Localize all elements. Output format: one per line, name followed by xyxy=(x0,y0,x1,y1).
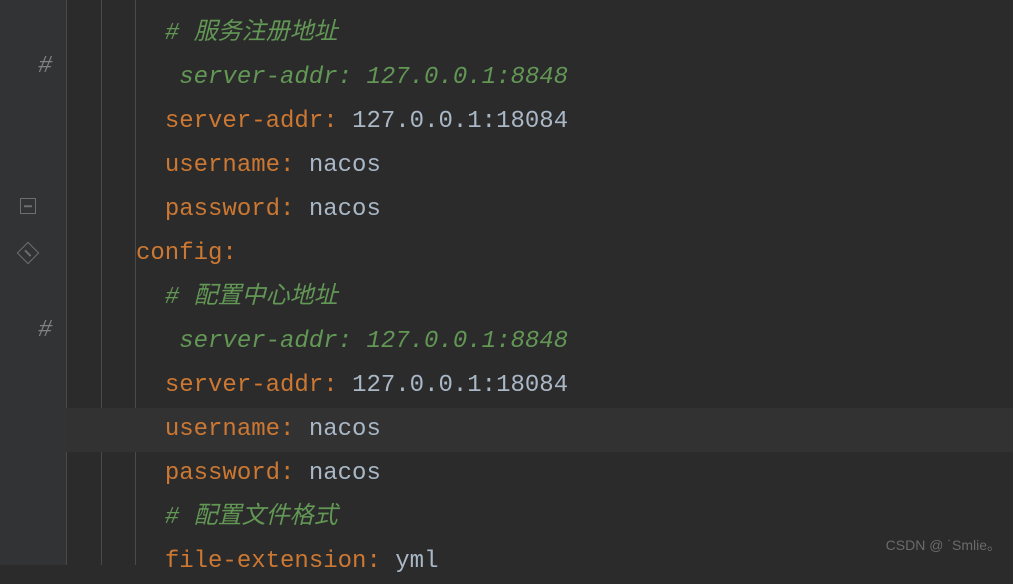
fold-icon[interactable] xyxy=(20,198,36,214)
code-line[interactable]: config: xyxy=(136,232,1013,276)
yaml-key: username xyxy=(165,152,280,179)
code-line[interactable]: server-addr: 127.0.0.1:18084 xyxy=(136,100,1013,144)
comment-text: # 配置中心地址 xyxy=(136,284,338,311)
comment-text: # 配置文件格式 xyxy=(136,504,338,531)
fold-icon[interactable] xyxy=(17,242,40,265)
yaml-value: nacos xyxy=(309,416,381,443)
comment-text: server-addr: 127.0.0.1:8848 xyxy=(136,64,568,91)
yaml-value: nacos xyxy=(309,152,381,179)
yaml-value: 127.0.0.1:18084 xyxy=(352,372,568,399)
code-editor[interactable]: # # # 服务注册地址 server-addr: 127.0.0.1:8848… xyxy=(0,0,1013,565)
yaml-value: 127.0.0.1:18084 xyxy=(352,108,568,135)
yaml-key: server-addr xyxy=(165,108,323,135)
watermark-text: CSDN @ ˙Smlie。 xyxy=(886,535,1001,555)
indent-guides xyxy=(66,0,136,565)
code-line[interactable]: # 配置文件格式 xyxy=(136,496,1013,540)
yaml-key: password xyxy=(165,460,280,487)
yaml-key: password xyxy=(165,196,280,223)
code-line[interactable]: password: nacos xyxy=(136,188,1013,232)
code-line[interactable]: username: nacos xyxy=(136,144,1013,188)
code-line[interactable]: # 服务注册地址 xyxy=(136,12,1013,56)
yaml-key: config xyxy=(136,240,222,267)
gutter-comment-mark: # xyxy=(38,317,52,344)
code-line[interactable]: server-addr: 127.0.0.1:18084 xyxy=(136,364,1013,408)
code-content[interactable]: # 服务注册地址 server-addr: 127.0.0.1:8848 ser… xyxy=(136,0,1013,565)
code-line[interactable]: password: nacos xyxy=(136,452,1013,496)
code-line-active[interactable]: username: nacos xyxy=(136,408,1013,452)
code-line[interactable]: file-extension: yml xyxy=(136,540,1013,584)
comment-text: # 服务注册地址 xyxy=(136,20,338,47)
code-line[interactable]: server-addr: 127.0.0.1:8848 xyxy=(136,320,1013,364)
code-line[interactable]: # 配置中心地址 xyxy=(136,276,1013,320)
yaml-key: server-addr xyxy=(165,372,323,399)
yaml-key: file-extension xyxy=(165,548,367,575)
comment-text: server-addr: 127.0.0.1:8848 xyxy=(136,328,568,355)
yaml-key: username xyxy=(165,416,280,443)
editor-gutter: # # xyxy=(0,0,66,565)
yaml-value: yml xyxy=(395,548,438,575)
yaml-value: nacos xyxy=(309,460,381,487)
yaml-value: nacos xyxy=(309,196,381,223)
code-line[interactable]: server-addr: 127.0.0.1:8848 xyxy=(136,56,1013,100)
gutter-comment-mark: # xyxy=(38,53,52,80)
